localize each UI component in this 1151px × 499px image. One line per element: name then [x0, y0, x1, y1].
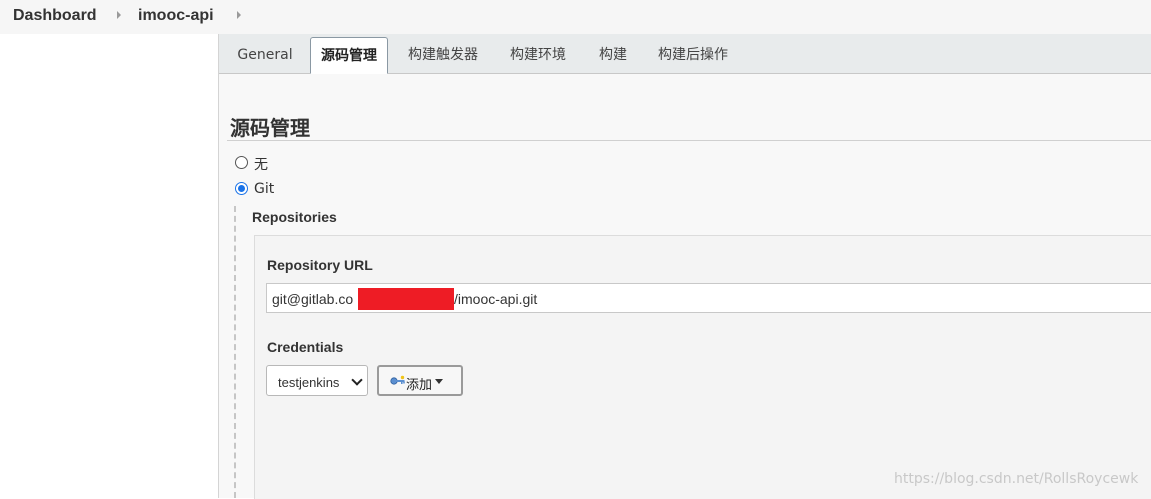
- credentials-value: testjenkins: [278, 375, 340, 390]
- scm-none-label[interactable]: 无: [254, 154, 268, 174]
- tab-build-triggers[interactable]: 构建触发器: [400, 37, 486, 72]
- repositories-label: Repositories: [252, 209, 337, 225]
- repository-url-label: Repository URL: [267, 257, 373, 273]
- side-panel: [0, 34, 218, 498]
- key-icon: [390, 375, 405, 385]
- breadcrumb: Dashboard imooc-api: [0, 0, 1151, 34]
- section-divider: [227, 140, 1151, 141]
- tab-general[interactable]: General: [230, 37, 300, 72]
- caret-down-icon: [435, 379, 443, 384]
- tab-build-environment[interactable]: 构建环境: [502, 37, 574, 72]
- scm-git-label[interactable]: Git: [254, 181, 274, 197]
- redaction-mark: [358, 288, 454, 310]
- section-title: 源码管理: [230, 116, 310, 140]
- tab-post-build[interactable]: 构建后操作: [650, 37, 736, 72]
- breadcrumb-dashboard[interactable]: Dashboard: [13, 7, 97, 25]
- repository-url-suffix: /imooc-api.git: [454, 291, 538, 307]
- breadcrumb-separator-icon[interactable]: [117, 11, 121, 19]
- repository-url-prefix: git@gitlab.co: [272, 291, 354, 307]
- scm-none-radio[interactable]: [235, 156, 248, 169]
- scm-git-radio[interactable]: [235, 182, 248, 195]
- add-credentials-button[interactable]: 添加: [377, 365, 463, 396]
- credentials-label: Credentials: [267, 339, 344, 355]
- repository-url-input[interactable]: git@gitlab.co /imooc-api.git: [266, 283, 1151, 313]
- config-main: General 源码管理 构建触发器 构建环境 构建 构建后操作 源码管理 无 …: [218, 34, 1151, 499]
- tab-build[interactable]: 构建: [589, 37, 637, 72]
- credentials-select[interactable]: testjenkins: [266, 365, 368, 396]
- chevron-down-icon: [351, 374, 363, 386]
- tab-scm[interactable]: 源码管理: [310, 37, 388, 74]
- nested-indent-line: [234, 206, 236, 498]
- watermark: https://blog.csdn.net/RollsRoycewk: [894, 471, 1139, 487]
- breadcrumb-job[interactable]: imooc-api: [138, 7, 214, 25]
- breadcrumb-separator-icon[interactable]: [237, 11, 241, 19]
- config-tabbar: General 源码管理 构建触发器 构建环境 构建 构建后操作: [219, 34, 1151, 74]
- add-button-label: 添加: [406, 378, 433, 393]
